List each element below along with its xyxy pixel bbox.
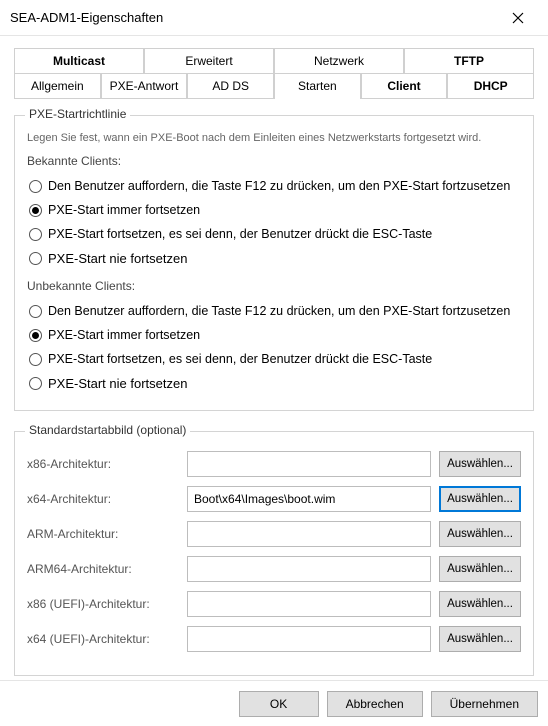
arch-row-4: x86 (UEFI)-Architektur: Auswählen... bbox=[27, 591, 521, 617]
arch-select-button-2[interactable]: Auswählen... bbox=[439, 521, 521, 547]
arch-label-1: x64-Architektur: bbox=[27, 492, 179, 506]
arch-input-5[interactable] bbox=[187, 626, 431, 652]
unknown-option-1[interactable]: PXE-Start immer fortsetzen bbox=[27, 323, 521, 347]
dialog-footer: OK Abbrechen Übernehmen bbox=[0, 680, 548, 726]
arch-select-button-5[interactable]: Auswählen... bbox=[439, 626, 521, 652]
unknown-radio-0[interactable] bbox=[29, 305, 42, 318]
known-label-0: Den Benutzer auffordern, die Taste F12 z… bbox=[48, 179, 510, 193]
unknown-radio-3[interactable] bbox=[29, 377, 42, 390]
known-radio-1[interactable] bbox=[29, 204, 42, 217]
arch-label-2: ARM-Architektur: bbox=[27, 527, 179, 541]
arch-row-2: ARM-Architektur: Auswählen... bbox=[27, 521, 521, 547]
titlebar: SEA-ADM1-Eigenschaften bbox=[0, 0, 548, 36]
row1-tab-tftp[interactable]: TFTP bbox=[404, 48, 534, 73]
row1-tab-multicast[interactable]: Multicast bbox=[14, 48, 144, 73]
tabs-row-2: AllgemeinPXE-AntwortAD DSStartenClientDH… bbox=[14, 73, 534, 99]
bootimage-title: Standardstartabbild (optional) bbox=[25, 423, 190, 437]
window-title: SEA-ADM1-Eigenschaften bbox=[10, 10, 498, 25]
arch-input-1[interactable] bbox=[187, 486, 431, 512]
arch-row-5: x64 (UEFI)-Architektur: Auswählen... bbox=[27, 626, 521, 652]
apply-button[interactable]: Übernehmen bbox=[431, 691, 538, 717]
unknown-label-1: PXE-Start immer fortsetzen bbox=[48, 328, 200, 342]
row2-tab-client[interactable]: Client bbox=[361, 73, 448, 98]
known-clients-header: Bekannte Clients: bbox=[27, 154, 521, 168]
arch-select-button-0[interactable]: Auswählen... bbox=[439, 451, 521, 477]
row1-tab-erweitert[interactable]: Erweitert bbox=[144, 48, 274, 73]
unknown-radio-1[interactable] bbox=[29, 329, 42, 342]
arch-select-button-3[interactable]: Auswählen... bbox=[439, 556, 521, 582]
close-icon bbox=[512, 12, 524, 24]
row2-tab-dhcp[interactable]: DHCP bbox=[447, 73, 534, 98]
known-radio-0[interactable] bbox=[29, 180, 42, 193]
arch-label-5: x64 (UEFI)-Architektur: bbox=[27, 632, 179, 646]
row2-tab-allgemein[interactable]: Allgemein bbox=[14, 73, 101, 98]
arch-row-3: ARM64-Architektur: Auswählen... bbox=[27, 556, 521, 582]
unknown-label-2: PXE-Start fortsetzen, es sei denn, der B… bbox=[48, 352, 432, 366]
known-label-1: PXE-Start immer fortsetzen bbox=[48, 203, 200, 217]
row1-tab-netzwerk[interactable]: Netzwerk bbox=[274, 48, 404, 73]
row2-tab-pxe-antwort[interactable]: PXE-Antwort bbox=[101, 73, 188, 98]
pxe-policy-group: PXE-Startrichtlinie Legen Sie fest, wann… bbox=[14, 115, 534, 411]
known-option-1[interactable]: PXE-Start immer fortsetzen bbox=[27, 198, 521, 222]
pxe-policy-desc: Legen Sie fest, wann ein PXE-Boot nach d… bbox=[27, 132, 521, 144]
arch-row-0: x86-Architektur: Auswählen... bbox=[27, 451, 521, 477]
known-radio-2[interactable] bbox=[29, 228, 42, 241]
unknown-option-0[interactable]: Den Benutzer auffordern, die Taste F12 z… bbox=[27, 299, 521, 323]
unknown-label-3: PXE-Start nie fortsetzen bbox=[48, 376, 187, 391]
row2-tab-ad-ds[interactable]: AD DS bbox=[187, 73, 274, 98]
tabs-row-1: MulticastErweitertNetzwerkTFTP bbox=[14, 48, 534, 74]
arch-input-4[interactable] bbox=[187, 591, 431, 617]
unknown-option-3[interactable]: PXE-Start nie fortsetzen bbox=[27, 371, 521, 396]
arch-input-2[interactable] bbox=[187, 521, 431, 547]
pxe-policy-title: PXE-Startrichtlinie bbox=[25, 107, 130, 121]
arch-select-button-4[interactable]: Auswählen... bbox=[439, 591, 521, 617]
unknown-radio-2[interactable] bbox=[29, 353, 42, 366]
known-option-2[interactable]: PXE-Start fortsetzen, es sei denn, der B… bbox=[27, 222, 521, 246]
arch-row-1: x64-Architektur: Auswählen... bbox=[27, 486, 521, 512]
known-label-2: PXE-Start fortsetzen, es sei denn, der B… bbox=[48, 227, 432, 241]
arch-label-3: ARM64-Architektur: bbox=[27, 562, 179, 576]
unknown-clients-header: Unbekannte Clients: bbox=[27, 279, 521, 293]
unknown-label-0: Den Benutzer auffordern, die Taste F12 z… bbox=[48, 304, 510, 318]
known-label-3: PXE-Start nie fortsetzen bbox=[48, 251, 187, 266]
row2-tab-starten[interactable]: Starten bbox=[274, 73, 361, 98]
known-radio-3[interactable] bbox=[29, 252, 42, 265]
bootimage-group: Standardstartabbild (optional) x86-Archi… bbox=[14, 431, 534, 676]
ok-button[interactable]: OK bbox=[239, 691, 319, 717]
arch-label-0: x86-Architektur: bbox=[27, 457, 179, 471]
close-button[interactable] bbox=[498, 3, 538, 33]
arch-input-0[interactable] bbox=[187, 451, 431, 477]
cancel-button[interactable]: Abbrechen bbox=[327, 691, 423, 717]
arch-input-3[interactable] bbox=[187, 556, 431, 582]
known-option-0[interactable]: Den Benutzer auffordern, die Taste F12 z… bbox=[27, 174, 521, 198]
arch-label-4: x86 (UEFI)-Architektur: bbox=[27, 597, 179, 611]
unknown-option-2[interactable]: PXE-Start fortsetzen, es sei denn, der B… bbox=[27, 347, 521, 371]
arch-select-button-1[interactable]: Auswählen... bbox=[439, 486, 521, 512]
dialog-content: MulticastErweitertNetzwerkTFTP Allgemein… bbox=[0, 36, 548, 726]
known-option-3[interactable]: PXE-Start nie fortsetzen bbox=[27, 246, 521, 271]
